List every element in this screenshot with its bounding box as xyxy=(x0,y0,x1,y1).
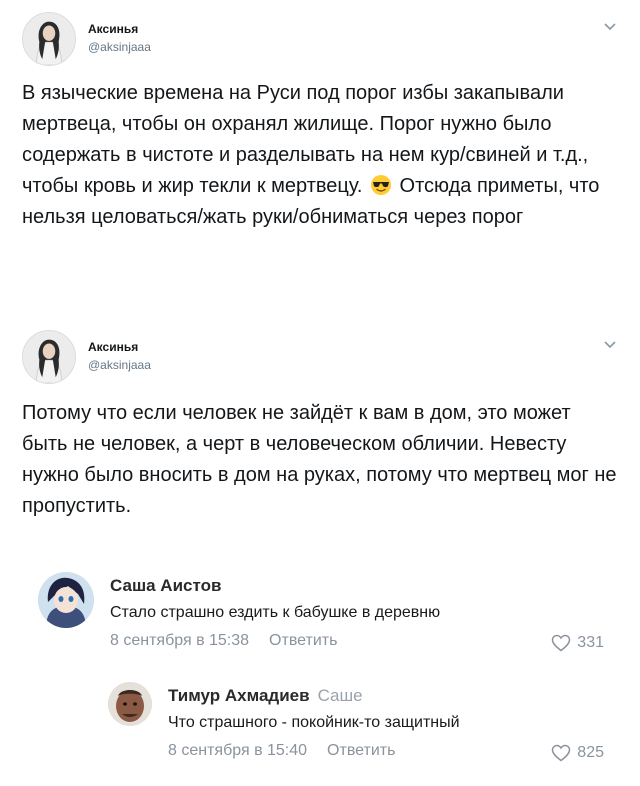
like-count: 825 xyxy=(577,744,604,761)
chevron-down-icon[interactable] xyxy=(602,18,618,34)
commenter-name-text[interactable]: Тимур Ахмадиев xyxy=(168,686,310,705)
tweet-header: Аксинья @aksinjaaa xyxy=(22,12,622,72)
heart-icon xyxy=(551,634,571,652)
commenter-avatar[interactable] xyxy=(108,682,152,726)
tweet-text: Потому что если человек не зайдёт к вам … xyxy=(22,402,617,517)
page: Аксинья @aksinjaaa В языческие времена н… xyxy=(0,0,640,786)
author-avatar[interactable] xyxy=(22,330,76,384)
author-name[interactable]: Аксинья xyxy=(88,22,138,36)
chevron-down-icon[interactable] xyxy=(602,336,618,352)
author-handle[interactable]: @aksinjaaa xyxy=(88,358,151,372)
commenter-name[interactable]: Саша Аистов xyxy=(110,576,221,596)
tweet-header: Аксинья @aksinjaaa xyxy=(22,330,622,390)
heart-icon xyxy=(551,744,571,762)
reply-button[interactable]: Ответить xyxy=(327,742,395,759)
like-button[interactable]: 331 xyxy=(551,634,604,652)
reply-button[interactable]: Ответить xyxy=(269,632,337,649)
comment-text: Стало страшно ездить к бабушке в деревню xyxy=(110,604,441,621)
comment-text: Что страшного - покойник-то защитный xyxy=(168,714,460,731)
author-avatar[interactable] xyxy=(22,12,76,66)
like-count: 331 xyxy=(577,634,604,651)
commenter-avatar[interactable] xyxy=(38,572,94,628)
sunglasses-emoji-icon xyxy=(370,174,392,196)
comment-meta: 8 сентября в 15:38 Ответить xyxy=(110,632,337,650)
like-button[interactable]: 825 xyxy=(551,744,604,762)
author-name[interactable]: Аксинья xyxy=(88,340,138,354)
comment-date[interactable]: 8 сентября в 15:38 xyxy=(110,632,249,649)
comment-meta: 8 сентября в 15:40 Ответить xyxy=(168,742,395,760)
commenter-name: Тимур Ахмадиев Саше xyxy=(168,686,363,706)
comment-date[interactable]: 8 сентября в 15:40 xyxy=(168,742,307,759)
author-handle[interactable]: @aksinjaaa xyxy=(88,40,151,54)
tweet-text: В языческие времена на Руси под порог из… xyxy=(22,78,618,233)
reply-to-name[interactable]: Саше xyxy=(318,686,363,705)
